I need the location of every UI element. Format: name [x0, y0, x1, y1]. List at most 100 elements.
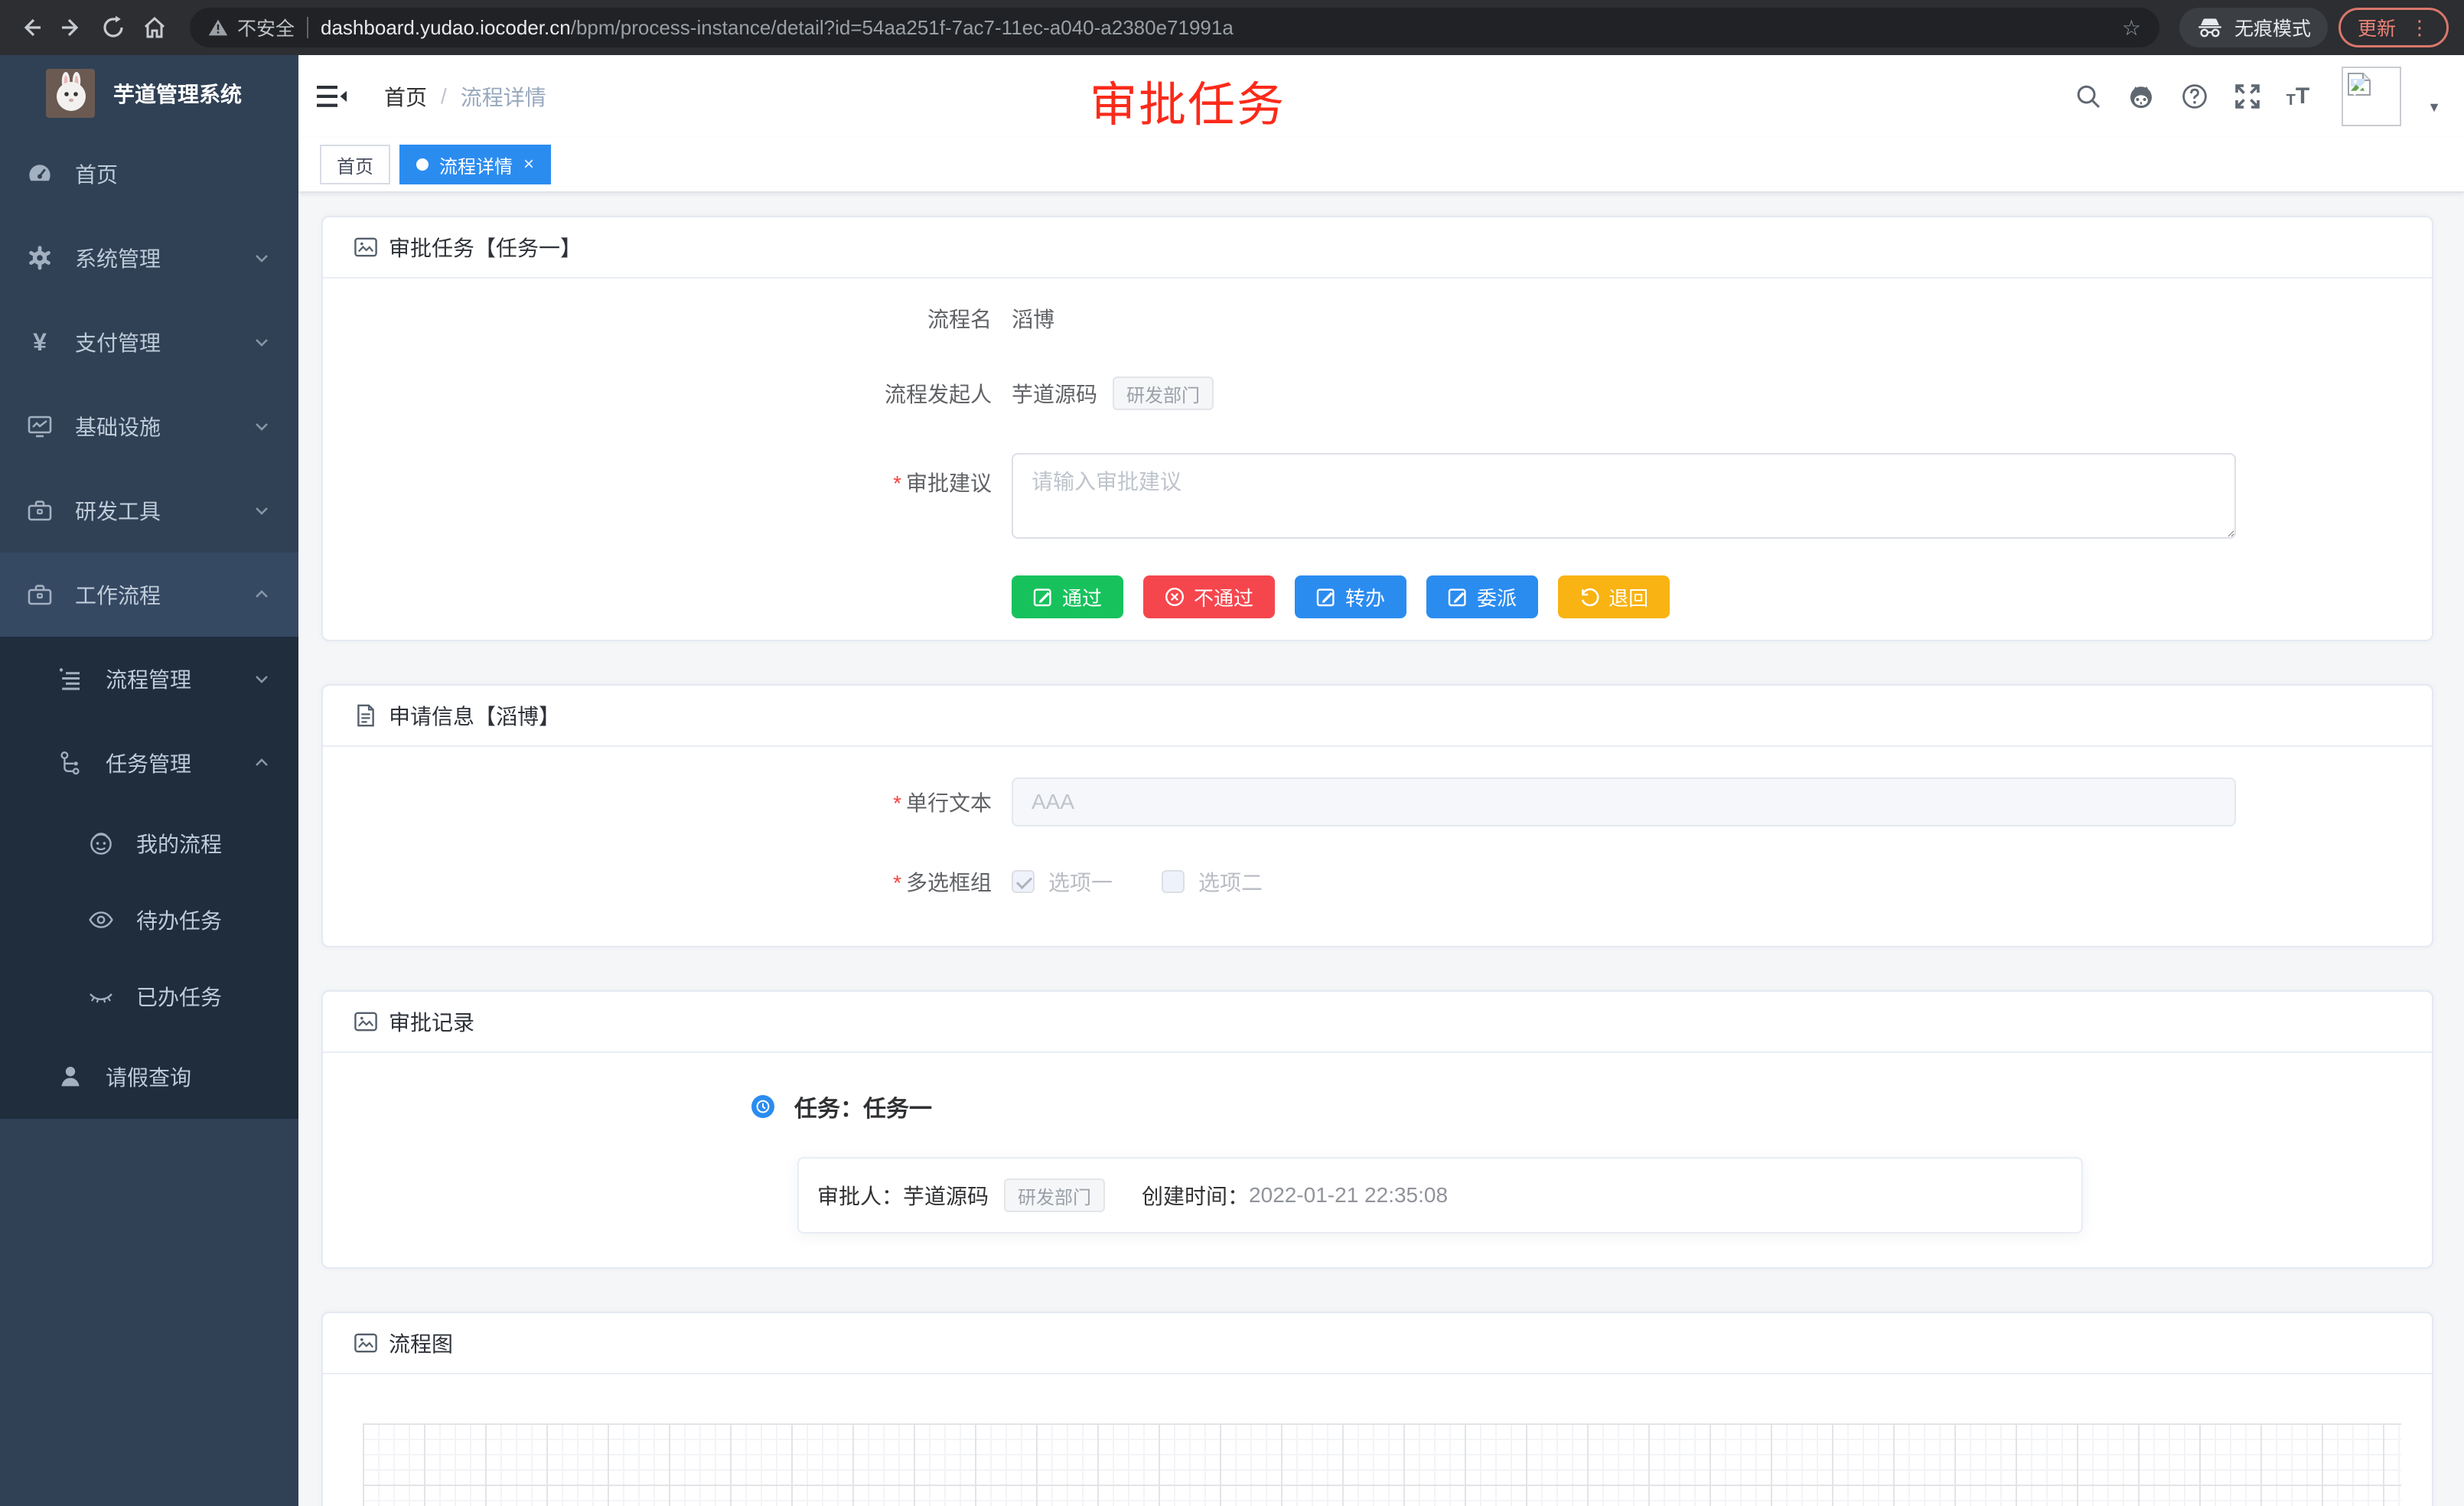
- github-icon[interactable]: [2127, 83, 2155, 110]
- tab-home[interactable]: 首页: [320, 145, 390, 184]
- font-size-icon[interactable]: TT: [2286, 85, 2310, 108]
- bpmn-diagram-canvas[interactable]: [363, 1423, 2401, 1506]
- sidebar-item-task-mgmt[interactable]: 任务管理: [0, 721, 298, 805]
- fullscreen-icon[interactable]: [2234, 83, 2260, 109]
- page-content: 审批任务【任务一】 流程名 滔博 流程发起人 芋道源码 研发部门: [298, 193, 2464, 1506]
- reject-button[interactable]: 不通过: [1143, 575, 1275, 618]
- address-bar[interactable]: 不安全 dashboard.yudao.iocoder.cn /bpm/proc…: [190, 8, 2159, 47]
- url-host: dashboard.yudao.iocoder.cn: [321, 16, 571, 40]
- text-field-label: *单行文本: [354, 787, 1012, 817]
- search-icon[interactable]: [2075, 83, 2101, 109]
- approver-label: 审批人：: [817, 1180, 903, 1211]
- sidebar-item-process-mgmt[interactable]: 流程管理: [0, 637, 298, 721]
- sidebar-item-label: 研发工具: [75, 495, 253, 526]
- avatar[interactable]: [2342, 67, 2401, 126]
- dept-tag: 研发部门: [1113, 376, 1214, 410]
- chevron-up-icon: [253, 754, 271, 772]
- sidebar-item-workflow[interactable]: 工作流程: [0, 553, 298, 637]
- transfer-button[interactable]: 转办: [1295, 575, 1406, 618]
- required-asterisk: *: [893, 871, 901, 895]
- sidebar-item-payment[interactable]: ¥ 支付管理: [0, 300, 298, 384]
- clock-icon: [751, 1095, 774, 1118]
- sidebar-item-leave-query[interactable]: 请假查询: [0, 1035, 298, 1119]
- briefcase-icon: [24, 581, 55, 608]
- sidebar-item-todo-tasks[interactable]: 待办任务: [0, 882, 298, 958]
- user-menu-caret-icon[interactable]: ▼: [2427, 99, 2441, 116]
- divider: [307, 17, 308, 38]
- app-logo[interactable]: 芋道管理系统: [0, 55, 298, 132]
- back-icon[interactable]: [15, 12, 46, 43]
- sidebar-item-devtools[interactable]: 研发工具: [0, 468, 298, 553]
- sidebar-item-label: 工作流程: [75, 579, 253, 610]
- sidebar-item-my-process[interactable]: 我的流程: [0, 805, 298, 882]
- active-dot-icon: [416, 158, 429, 171]
- tab-process-detail[interactable]: 流程详情 ×: [399, 145, 551, 184]
- url-path: /bpm/process-instance/detail?id=54aa251f…: [571, 16, 1234, 40]
- eye-icon: [86, 906, 116, 934]
- suggestion-label: *审批建议: [354, 453, 1012, 497]
- checkbox-group-label: *多选框组: [354, 866, 1012, 897]
- sidebar-item-label: 系统管理: [75, 243, 253, 273]
- card-header: 审批任务【任务一】: [323, 217, 2432, 279]
- timeline-item: 任务：任务一: [751, 1090, 2401, 1123]
- sidebar-item-done-tasks[interactable]: 已办任务: [0, 958, 298, 1035]
- sidebar-item-home[interactable]: 首页: [0, 132, 298, 216]
- sidebar-item-label: 已办任务: [136, 981, 271, 1012]
- suggestion-textarea[interactable]: [1012, 453, 2236, 539]
- bookmark-star-icon[interactable]: ☆: [2107, 15, 2141, 41]
- picture-icon: [354, 235, 378, 259]
- tree-icon: [55, 749, 86, 777]
- card-title: 审批记录: [389, 1006, 474, 1037]
- update-label: 更新: [2358, 14, 2396, 41]
- task-title: 任务：任务一: [794, 1090, 932, 1123]
- tags-view-bar: 首页 流程详情 ×: [298, 138, 2464, 193]
- checkbox-unchecked-icon: [1162, 870, 1185, 893]
- sidebar-item-label: 支付管理: [75, 327, 253, 357]
- reload-icon[interactable]: [98, 12, 129, 43]
- card-header: 审批记录: [323, 992, 2432, 1053]
- sidebar: 芋道管理系统 首页 系统管理 ¥ 支付管理: [0, 55, 298, 1506]
- card-title: 审批任务【任务一】: [389, 232, 582, 262]
- forward-icon[interactable]: [57, 12, 87, 43]
- security-label: 不安全: [237, 14, 295, 41]
- circle-close-icon: [1165, 587, 1185, 607]
- tab-label: 流程详情: [439, 152, 513, 178]
- sidebar-collapse-icon[interactable]: [317, 83, 350, 109]
- card-title: 流程图: [389, 1328, 453, 1358]
- browser-menu-icon[interactable]: ⋮: [2410, 16, 2430, 40]
- required-asterisk: *: [893, 791, 901, 815]
- eye-closed-icon: [86, 983, 116, 1010]
- return-button[interactable]: 退回: [1558, 575, 1670, 618]
- yen-icon: ¥: [24, 330, 55, 354]
- card-header: 申请信息【滔博】: [323, 686, 2432, 747]
- sidebar-item-label: 请假查询: [106, 1061, 271, 1092]
- sidebar-item-label: 任务管理: [106, 748, 253, 778]
- approve-button[interactable]: 通过: [1012, 575, 1123, 618]
- chevron-up-icon: [253, 585, 271, 604]
- approval-records-card: 审批记录 任务：任务一 审批人： 芋道源码 研发部门 创建时间：: [321, 990, 2433, 1269]
- approval-record-item: 审批人： 芋道源码 研发部门 创建时间： 2022-01-21 22:35:08: [797, 1157, 2083, 1234]
- process-diagram-card: 流程图: [321, 1312, 2433, 1506]
- process-name-label: 流程名: [354, 303, 1012, 334]
- toolbox-icon: [24, 497, 55, 524]
- approval-task-card: 审批任务【任务一】 流程名 滔博 流程发起人 芋道源码 研发部门: [321, 216, 2433, 641]
- help-icon[interactable]: [2181, 83, 2208, 110]
- gear-icon: [24, 244, 55, 272]
- insecure-warning-icon[interactable]: [208, 18, 228, 37]
- dashboard-icon: [24, 160, 55, 187]
- close-icon[interactable]: ×: [523, 154, 534, 175]
- delegate-button[interactable]: 委派: [1426, 575, 1538, 618]
- app-title: 芋道管理系统: [113, 78, 242, 109]
- breadcrumb-home[interactable]: 首页: [384, 81, 427, 112]
- annotation-overlay: 审批任务: [1090, 66, 1286, 135]
- single-line-text-input: [1012, 777, 2236, 826]
- browser-update-button[interactable]: 更新 ⋮: [2339, 8, 2449, 47]
- home-icon[interactable]: [139, 12, 170, 43]
- dept-tag: 研发部门: [1004, 1178, 1105, 1212]
- sidebar-item-infra[interactable]: 基础设施: [0, 384, 298, 468]
- chevron-down-icon: [253, 670, 271, 688]
- checkbox-group: 选项一 选项二: [1012, 866, 1263, 897]
- required-asterisk: *: [893, 471, 901, 495]
- sidebar-item-system[interactable]: 系统管理: [0, 216, 298, 300]
- chevron-down-icon: [253, 333, 271, 351]
